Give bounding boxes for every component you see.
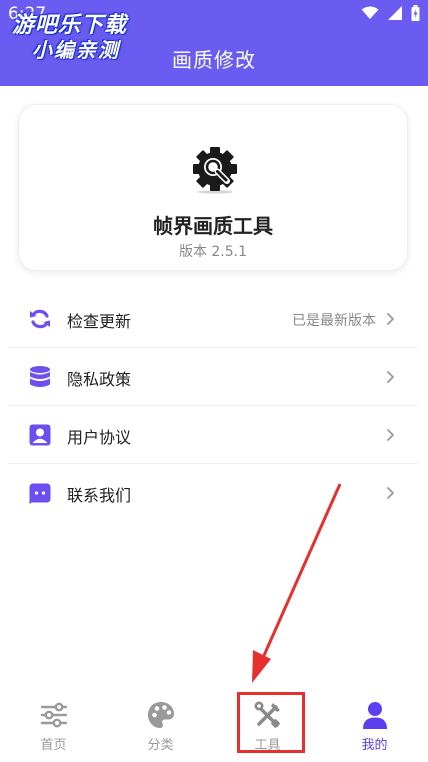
status-icons [361,5,420,21]
person-icon [363,702,387,729]
menu-label: 联系我们 [67,486,132,505]
menu-label: 检查更新 [67,312,132,331]
menu-label: 隐私政策 [67,370,132,389]
menu-label: 用户协议 [67,428,132,447]
chevron-right-icon [387,371,394,383]
chevron-right-icon [387,487,394,499]
annotation-highlight-box [237,692,305,753]
tab-label: 分类 [147,738,174,753]
gear-search-icon [193,147,237,194]
tab-category[interactable]: 分类 [107,686,214,762]
chevron-right-icon [387,429,394,441]
app-name: 帧界画质工具 [153,214,273,238]
tab-mine[interactable]: 我的 [321,686,428,762]
tab-home[interactable]: 首页 [0,686,107,762]
menu-item-privacy-policy[interactable]: 隐私政策 [8,348,418,406]
tab-label: 首页 [40,738,67,753]
update-status: 已是最新版本 [292,313,376,329]
chevron-right-icon [387,313,394,325]
battery-icon [411,5,420,21]
page-title: 画质修改 [172,48,256,72]
tab-label: 我的 [361,738,388,753]
user-card-icon [29,424,51,446]
sliders-icon [40,702,68,728]
wifi-icon [361,6,379,19]
chat-icon [29,483,51,504]
settings-menu: 检查更新 已是最新版本 隐私政策 用户协议 联系我们 [8,290,418,522]
menu-item-check-update[interactable]: 检查更新 已是最新版本 [8,290,418,348]
watermark-line1: 游吧乐下载 [12,13,128,38]
palette-icon [148,702,174,728]
app-version: 版本 2.5.1 [178,244,248,260]
app-info-card: 帧界画质工具 版本 2.5.1 [18,104,408,271]
bottom-tab-bar: 首页 分类 工具 我的 [0,686,428,762]
database-icon [30,366,50,387]
signal-icon [388,6,402,20]
refresh-icon [30,309,50,329]
menu-item-user-agreement[interactable]: 用户协议 [8,406,418,464]
menu-item-contact-us[interactable]: 联系我们 [8,464,418,522]
app-header: 6:27 游吧乐下载 小编亲测 画质修改 [0,0,428,86]
